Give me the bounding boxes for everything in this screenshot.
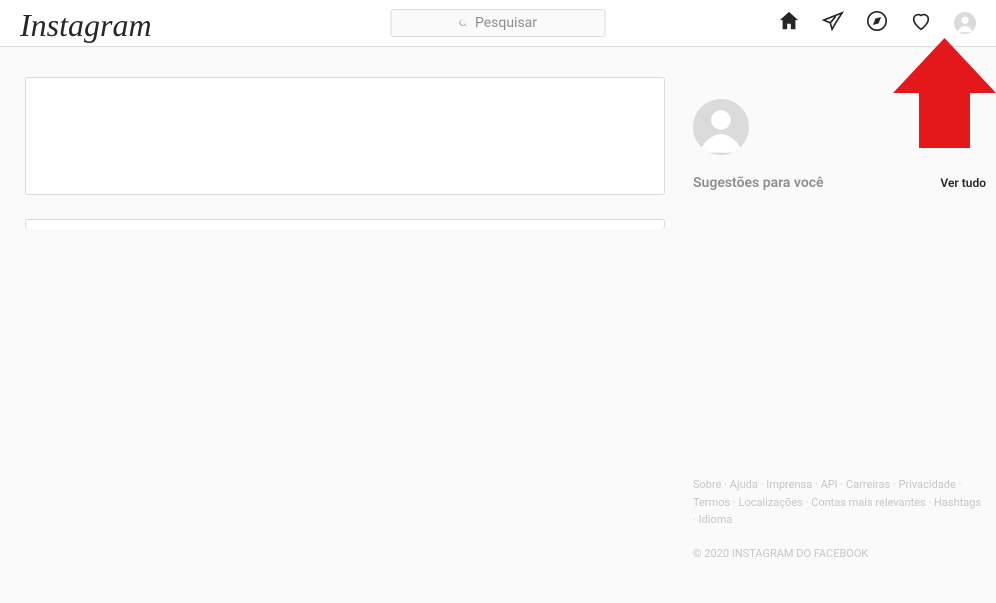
profile-row[interactable] <box>693 99 986 155</box>
footer-link[interactable]: Sobre <box>693 478 721 491</box>
instagram-logo[interactable]: Instagram <box>20 7 152 44</box>
footer-links: Sobre · Ajuda · Imprensa · API · Carreir… <box>693 476 986 529</box>
feed-column <box>25 77 665 562</box>
stories-card[interactable] <box>25 77 665 195</box>
search-icon <box>459 18 469 28</box>
profile-avatar[interactable] <box>693 99 749 155</box>
suggestions-title: Sugestões para você <box>693 175 824 191</box>
right-sidebar: Sugestões para você Ver tudo Sobre · Aju… <box>693 77 986 562</box>
home-icon[interactable] <box>778 10 800 36</box>
footer: Sobre · Ajuda · Imprensa · API · Carreir… <box>693 476 986 562</box>
nav-icons <box>778 10 976 36</box>
post-card[interactable] <box>25 219 665 229</box>
footer-link[interactable]: Localizações <box>739 496 803 509</box>
footer-link[interactable]: Contas mais relevantes <box>811 496 926 509</box>
footer-link[interactable]: API <box>821 478 838 491</box>
footer-link[interactable]: Hashtags <box>934 496 981 509</box>
footer-link[interactable]: Carreiras <box>846 478 890 491</box>
footer-link[interactable]: Termos <box>693 496 730 509</box>
copyright: © 2020 INSTAGRAM DO FACEBOOK <box>693 545 986 563</box>
footer-link[interactable]: Privacidade <box>899 478 956 491</box>
top-navigation-bar: Instagram Pesquisar <box>0 0 996 47</box>
main-content: Sugestões para você Ver tudo Sobre · Aju… <box>0 47 996 562</box>
direct-messages-icon[interactable] <box>822 10 844 36</box>
profile-avatar-nav[interactable] <box>954 12 976 34</box>
explore-icon[interactable] <box>866 10 888 36</box>
suggestions-header: Sugestões para você Ver tudo <box>693 175 986 191</box>
footer-link[interactable]: Idioma <box>699 513 733 526</box>
activity-heart-icon[interactable] <box>910 10 932 36</box>
see-all-link[interactable]: Ver tudo <box>940 176 986 190</box>
footer-link[interactable]: Ajuda <box>730 478 758 491</box>
search-placeholder: Pesquisar <box>475 15 537 31</box>
footer-link[interactable]: Imprensa <box>766 478 812 491</box>
search-input[interactable]: Pesquisar <box>391 9 606 37</box>
